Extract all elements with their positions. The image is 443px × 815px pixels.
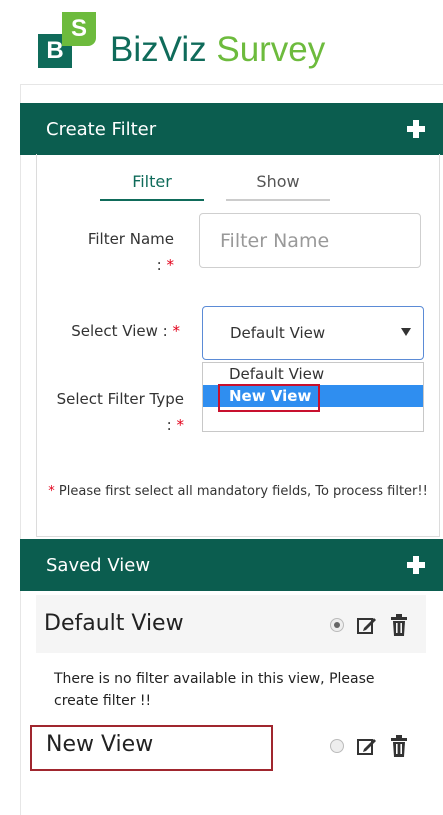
saved-view-header: Saved View xyxy=(20,539,443,591)
view-row-default: Default View xyxy=(36,595,426,653)
edit-icon[interactable] xyxy=(356,736,376,756)
trash-icon[interactable] xyxy=(390,614,408,636)
mandatory-fields-hint: * Please first select all mandatory fiel… xyxy=(40,478,430,505)
mandatory-fields-hint-text: Please first select all mandatory fields… xyxy=(58,484,428,499)
option-default-view[interactable]: Default View xyxy=(203,363,423,385)
trash-icon[interactable] xyxy=(390,735,408,757)
create-filter-header: Create Filter xyxy=(20,103,443,155)
select-view-value: Default View xyxy=(230,324,326,342)
tab-filter[interactable]: Filter xyxy=(100,172,204,201)
filter-name-label-text: Filter Name xyxy=(87,230,174,248)
filter-name-label: Filter Name : * xyxy=(60,226,174,278)
select-filter-type-label: Select Filter Type : * xyxy=(40,386,184,438)
view-name-default: Default View xyxy=(44,611,184,636)
select-view-label: Select View : * xyxy=(40,318,180,344)
tab-show[interactable]: Show xyxy=(226,172,330,201)
logo-word-survey: Survey xyxy=(216,30,326,69)
view-select-radio[interactable] xyxy=(330,618,344,632)
select-filter-type-label-text: Select Filter Type xyxy=(56,390,184,408)
bizviz-survey-logo: B S BizViz Survey xyxy=(38,12,358,72)
select-view-dropdown[interactable]: Default View xyxy=(202,306,424,360)
filter-name-input[interactable]: Filter Name xyxy=(199,213,421,268)
required-asterisk: * xyxy=(172,322,181,340)
select-view-label-text: Select View : xyxy=(71,322,168,340)
add-view-plus-icon[interactable] xyxy=(407,556,425,574)
create-filter-title: Create Filter xyxy=(46,118,157,140)
filter-name-colon: : xyxy=(156,256,162,274)
view-select-radio[interactable] xyxy=(330,739,344,753)
edit-icon[interactable] xyxy=(356,615,376,635)
add-filter-plus-icon[interactable] xyxy=(407,120,425,138)
highlight-new-view-row xyxy=(30,725,273,771)
select-filter-type-colon: : xyxy=(166,416,172,434)
logo-word-bizviz: BizViz xyxy=(110,30,207,69)
no-filter-message: There is no filter available in this vie… xyxy=(54,671,375,709)
logo-mark: B S xyxy=(38,12,98,72)
logo-text: BizViz Survey xyxy=(110,30,325,70)
logo-s-letter: S xyxy=(62,12,96,46)
required-asterisk: * xyxy=(166,256,175,274)
highlight-new-view-option xyxy=(218,384,320,412)
required-asterisk: * xyxy=(48,484,55,499)
saved-view-title: Saved View xyxy=(46,554,151,576)
required-asterisk: * xyxy=(176,416,185,434)
header-divider xyxy=(20,84,443,85)
panel-left-border xyxy=(20,84,21,815)
dropdown-arrow-icon xyxy=(401,328,411,336)
